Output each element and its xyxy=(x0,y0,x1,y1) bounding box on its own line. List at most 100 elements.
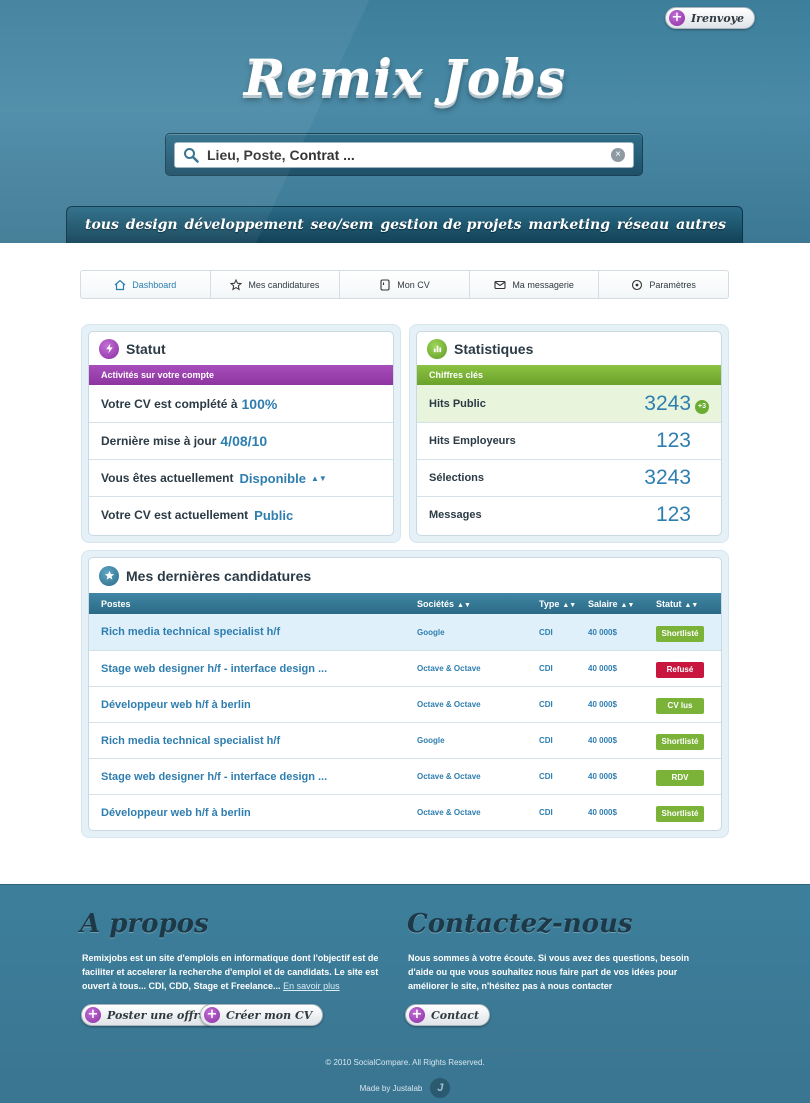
col-salaire[interactable]: Salaire ▲▼ xyxy=(588,599,656,609)
candidatures-title: Mes dernières candidatures xyxy=(126,567,312,584)
col-societes[interactable]: Sociétés ▲▼ xyxy=(417,599,539,609)
table-row[interactable]: Stage web designer h/f - interface desig… xyxy=(89,650,721,686)
cell-poste[interactable]: Rich media technical specialist h/f xyxy=(89,626,417,638)
cell-societe[interactable]: Octave & Octave xyxy=(417,664,539,673)
row-label: Vous êtes actuellement xyxy=(101,471,234,485)
create-cv-button[interactable]: + Créer mon CV xyxy=(200,1004,324,1026)
col-label: Sociétés xyxy=(417,598,455,609)
cell-type: CDI xyxy=(539,700,553,709)
row-value: 123 xyxy=(655,503,691,526)
sort-icon: ▲▼ xyxy=(684,601,699,609)
tab-ma-messagerie[interactable]: Ma messagerie xyxy=(470,271,600,298)
row-label: Hits Public xyxy=(429,397,486,410)
col-type[interactable]: Type ▲▼ xyxy=(539,599,588,609)
cell-societe[interactable]: Google xyxy=(417,736,539,745)
cell-type: CDI xyxy=(539,736,553,745)
statut-row-availability: Vous êtes actuellement Disponible ▲▼ xyxy=(89,459,393,496)
clear-icon[interactable]: × xyxy=(611,148,625,162)
tab-mon-cv[interactable]: Mon CV xyxy=(340,271,470,298)
cell-salaire: 40 000$ xyxy=(588,700,617,709)
login-button-label: Irenvoye xyxy=(691,11,745,25)
cell-societe[interactable]: Octave & Octave xyxy=(417,772,539,781)
apropos-title: A propos xyxy=(80,909,209,939)
tab-mes-candidatures[interactable]: Mes candidatures xyxy=(211,271,341,298)
cell-societe[interactable]: Google xyxy=(417,628,539,637)
plus-icon: + xyxy=(669,10,685,26)
header: + Irenvoye Remix Jobs Lieu, Poste, Contr… xyxy=(0,0,810,243)
statut-row-last-update: Dernière mise à jour 4/08/10 xyxy=(89,422,393,459)
nav-item-tous[interactable]: tous xyxy=(85,217,119,233)
search-input[interactable]: Lieu, Poste, Contrat ... × xyxy=(174,142,634,168)
select-arrows-icon[interactable]: ▲▼ xyxy=(311,474,327,483)
search-icon xyxy=(184,148,199,163)
made-by: Made by Justalab J xyxy=(0,1078,810,1098)
visibility-value[interactable]: Public xyxy=(254,508,293,523)
nav-item-gestion-de-projets[interactable]: gestion de projets xyxy=(380,217,521,233)
nav-item-design[interactable]: design xyxy=(126,217,178,233)
row-label: Messages xyxy=(429,509,482,521)
button-label: Poster une offre xyxy=(107,1008,207,1022)
cell-societe[interactable]: Octave & Octave xyxy=(417,700,539,709)
row-value: 3243 xyxy=(644,466,691,489)
cell-poste[interactable]: Rich media technical specialist h/f xyxy=(89,735,417,747)
cell-poste[interactable]: Développeur web h/f à berlin xyxy=(89,699,417,711)
status-badge: Shortlisté xyxy=(656,625,704,642)
tab-dashboard[interactable]: Dashboard xyxy=(81,271,211,298)
table-row[interactable]: Développeur web h/f à berlin Octave & Oc… xyxy=(89,794,721,830)
col-statut[interactable]: Statut ▲▼ xyxy=(656,599,716,609)
col-postes: Postes xyxy=(101,598,131,609)
statut-row-visibility: Votre CV est actuellement Public xyxy=(89,496,393,533)
stats-row-selections: Sélections 3243 xyxy=(417,459,721,496)
contact-text: Nous sommes à votre écoute. Si vous avez… xyxy=(408,953,690,991)
login-button[interactable]: + Irenvoye xyxy=(665,7,756,29)
cell-poste[interactable]: Développeur web h/f à berlin xyxy=(89,807,417,819)
cell-salaire: 40 000$ xyxy=(588,627,617,637)
nav-item-marketing[interactable]: marketing xyxy=(528,217,610,233)
cell-poste[interactable]: Stage web designer h/f - interface desig… xyxy=(89,663,417,675)
footer-divider xyxy=(80,1050,730,1051)
stats-title: Statistiques xyxy=(454,340,534,357)
row-value: 4/08/10 xyxy=(220,433,268,449)
table-row[interactable]: Développeur web h/f à berlin Octave & Oc… xyxy=(89,686,721,722)
category-nav: tous design développement seo/sem gestio… xyxy=(66,206,743,243)
sort-icon: ▲▼ xyxy=(562,601,577,609)
made-by-text: Made by Justalab xyxy=(359,1083,423,1093)
status-badge: RDV xyxy=(656,770,704,786)
plus-icon: + xyxy=(409,1007,425,1023)
button-label: Créer mon CV xyxy=(226,1008,313,1022)
status-badge: CV lus xyxy=(656,698,704,714)
cell-societe[interactable]: Octave & Octave xyxy=(417,808,539,817)
nav-item-developpement[interactable]: développement xyxy=(185,217,304,233)
contact-title: Contactez-nous xyxy=(407,909,633,939)
sort-icon: ▲▼ xyxy=(457,601,471,609)
contact-button[interactable]: + Contact xyxy=(405,1004,491,1026)
table-row[interactable]: Stage web designer h/f - interface desig… xyxy=(89,758,721,794)
nav-item-autres[interactable]: autres xyxy=(676,217,726,233)
cell-type: CDI xyxy=(539,808,553,817)
justalab-logo-icon[interactable]: J xyxy=(430,1078,451,1098)
row-label: Sélections xyxy=(429,472,485,484)
post-offer-button[interactable]: + Poster une offre xyxy=(81,1004,218,1026)
row-label: Votre CV est complété à xyxy=(101,396,238,411)
col-label: Statut xyxy=(656,598,682,609)
table-row[interactable]: Rich media technical specialist h/f Goog… xyxy=(89,722,721,758)
star-icon xyxy=(230,278,243,291)
row-label: Dernière mise à jour xyxy=(101,434,217,448)
cell-poste[interactable]: Stage web designer h/f - interface desig… xyxy=(89,771,417,783)
lightning-icon xyxy=(99,338,119,359)
table-row[interactable]: Rich media technical specialist h/f Goog… xyxy=(89,614,721,650)
tab-parametres[interactable]: Paramètres xyxy=(599,271,728,298)
nav-item-seo-sem[interactable]: seo/sem xyxy=(311,217,374,233)
increase-badge: +3 xyxy=(695,399,709,414)
statut-header: Statut xyxy=(89,332,393,365)
col-label: Salaire xyxy=(588,598,618,609)
cell-type: CDI xyxy=(539,664,553,673)
statut-title: Statut xyxy=(126,340,166,357)
candidatures-header: Mes dernières candidatures xyxy=(89,558,721,593)
site-logo[interactable]: Remix Jobs xyxy=(0,48,810,107)
availability-select[interactable]: Disponible xyxy=(240,471,306,486)
nav-item-reseau[interactable]: réseau xyxy=(617,217,669,233)
en-savoir-plus-link[interactable]: En savoir plus xyxy=(283,981,340,991)
plus-icon: + xyxy=(85,1007,101,1023)
dashboard-tabs: Dashboard Mes candidatures Mon CV Ma mes… xyxy=(80,270,729,299)
